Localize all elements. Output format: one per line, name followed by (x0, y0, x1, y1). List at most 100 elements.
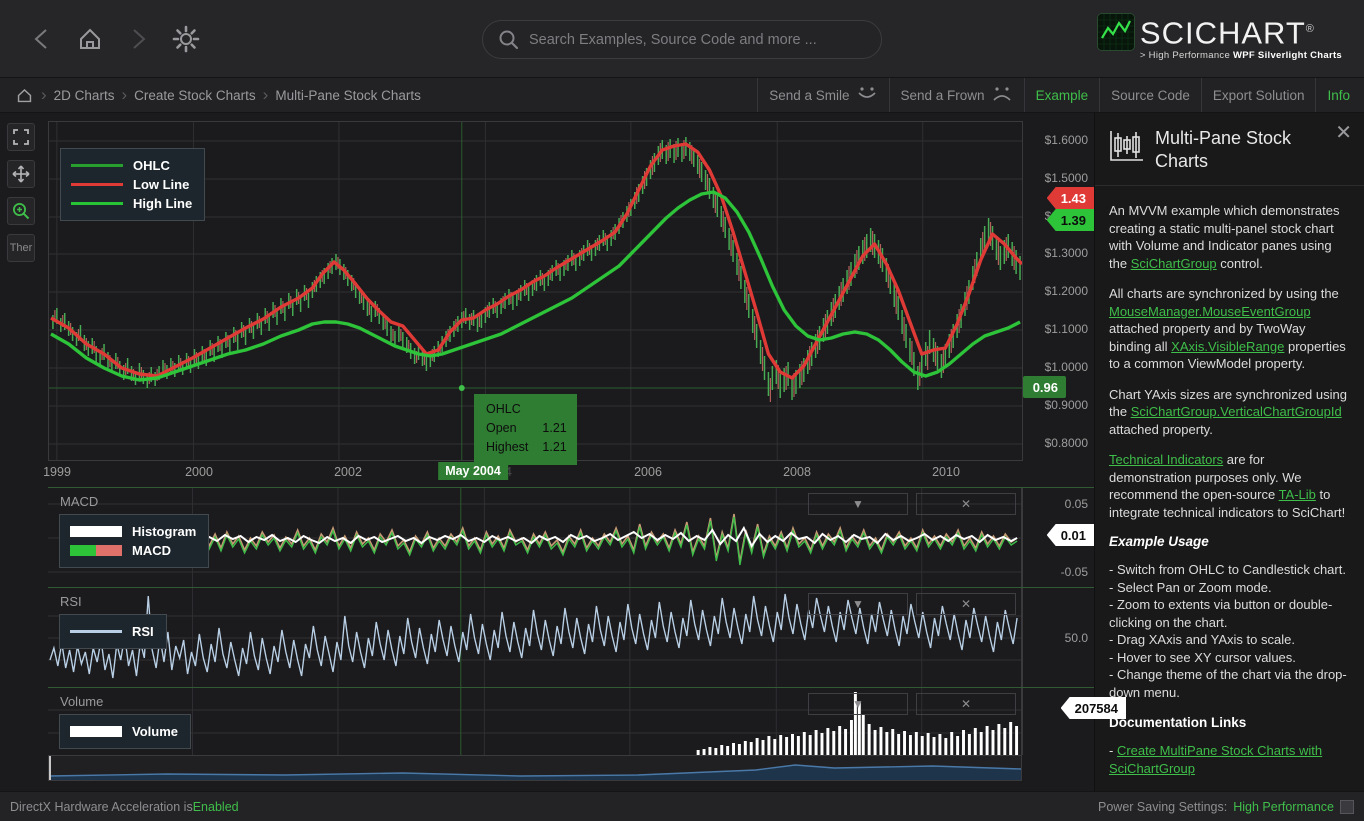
logo-subtitle-bold: WPF Silverlight Charts (1232, 50, 1342, 62)
rsi-dropdown-button[interactable]: ▼ (808, 593, 908, 615)
y-tick: $1.0000 (1044, 360, 1088, 374)
legend-item-histogram: Histogram (70, 522, 196, 541)
main-body: Ther OHLC Low Line High Line OHLC Open 1… (0, 113, 1364, 791)
close-icon[interactable]: ✕ (1335, 123, 1352, 143)
info-paragraph-1: An MVVM example which demonstrates creat… (1109, 202, 1350, 272)
volume-close-button[interactable]: ✕ (916, 693, 1016, 715)
power-saving-button[interactable] (1340, 799, 1354, 814)
tooltip-label: Highest (486, 440, 529, 454)
search-container: Search Examples, Source Code and more ..… (482, 20, 882, 59)
legend-label: Low Line (133, 177, 190, 192)
y-tick: $0.9000 (1044, 398, 1088, 412)
rsi-legend: RSI (59, 614, 167, 649)
close-icon: ✕ (960, 497, 972, 511)
theme-button[interactable]: Ther (7, 234, 35, 262)
chart-modifier-rail: Ther (0, 113, 42, 791)
macd-dropdown-button[interactable]: ▼ (808, 493, 908, 515)
link-scichartgroup[interactable]: SciChartGroup (1131, 256, 1217, 271)
info-paragraph-4: Technical Indicators are for demonstrati… (1109, 451, 1350, 521)
breadcrumb-separator: › (41, 85, 47, 104)
pan-icon[interactable] (7, 160, 35, 188)
breadcrumb-item-2d-charts[interactable]: 2D Charts (49, 88, 120, 103)
axis-marker-volume-cursor: 207584 (1060, 697, 1126, 719)
link-xaxis-visiblerange[interactable]: XAxis.VisibleRange (1171, 339, 1284, 354)
overview-selection-handle[interactable] (49, 756, 59, 780)
link-scichartgroup-verticalchartgroupid[interactable]: SciChartGroup.VerticalChartGroupId (1131, 404, 1342, 419)
back-icon[interactable] (22, 19, 62, 59)
tab-example[interactable]: Example (1023, 78, 1100, 112)
legend-swatch-low-line (71, 183, 123, 186)
axis-marker-macd-cursor: 0.01 (1046, 524, 1094, 546)
link-create-multipane-stock-charts[interactable]: Create MultiPane Stock Charts with SciCh… (1109, 743, 1322, 776)
list-item: - Change theme of the chart via the drop… (1109, 667, 1347, 700)
axis-marker-cursor: 0.96 (1022, 376, 1066, 398)
volume-dropdown-button[interactable]: ▼ (808, 693, 908, 715)
macd-pane-controls: ▼ ✕ (808, 493, 1016, 515)
tooltip-value: 1.21 (542, 440, 567, 454)
scichart-logo: SCICHART® > High Performance WPF Silverl… (1096, 13, 1342, 62)
macd-close-button[interactable]: ✕ (916, 493, 1016, 515)
gear-icon[interactable] (166, 19, 206, 59)
info-usage-list: - Switch from OHLC to Candlestick chart.… (1109, 561, 1350, 701)
macd-y-axis[interactable]: 0.05 0.00 -0.05 0.01 (1022, 488, 1094, 587)
price-y-axis[interactable]: $1.6000 $1.5000 $1.4000 $1.3000 $1.2000 … (1022, 121, 1094, 461)
breadcrumb-item-create-stock-charts[interactable]: Create Stock Charts (129, 88, 261, 103)
logo-title: SCICHART (1139, 15, 1306, 51)
tab-label: Info (1327, 87, 1350, 103)
search-placeholder: Search Examples, Source Code and more ..… (529, 31, 817, 48)
y-tick: $1.1000 (1044, 322, 1088, 336)
y-tick: $0.8000 (1044, 436, 1088, 450)
info-text: control. (1216, 255, 1263, 271)
rsi-close-button[interactable]: ✕ (916, 593, 1016, 615)
info-text: All charts are synchronized by using the (1109, 286, 1339, 301)
chart-overview-scrollbar[interactable] (48, 755, 1022, 781)
tab-send-a-smile[interactable]: Send a Smile (757, 78, 888, 112)
link-ta-lib[interactable]: TA-Lib (1279, 487, 1316, 502)
price-legend: OHLC Low Line High Line (60, 148, 206, 221)
legend-item-ohlc: OHLC (71, 156, 192, 175)
search-input[interactable]: Search Examples, Source Code and more ..… (482, 20, 882, 59)
info-docs-heading: Documentation Links (1109, 715, 1247, 730)
list-item: - Switch from OHLC to Candlestick chart. (1109, 562, 1346, 577)
logo-registered-icon: ® (1305, 23, 1315, 35)
info-text: attached property. (1109, 421, 1213, 437)
link-mousemanager-mouseeventgroup[interactable]: MouseManager.MouseEventGroup (1109, 304, 1311, 319)
price-plot-area[interactable]: OHLC Low Line High Line OHLC Open 1.21 H… (48, 121, 1022, 465)
breadcrumb-home-icon[interactable] (10, 87, 39, 104)
overview-series (49, 756, 1021, 780)
chart-group: OHLC Low Line High Line OHLC Open 1.21 H… (42, 113, 1126, 791)
chevron-down-icon: ▼ (852, 497, 864, 511)
navigation-buttons (0, 19, 206, 59)
chevron-down-icon: ▼ (852, 697, 864, 711)
breadcrumb: › 2D Charts › Create Stock Charts › Mult… (0, 78, 426, 112)
list-item: - Zoom to extents via button or double-c… (1109, 597, 1333, 630)
axis-marker-low: 1.39 (1046, 209, 1094, 231)
volume-y-axis[interactable]: 207584 (1022, 688, 1126, 755)
top-toolbar: Search Examples, Source Code and more ..… (0, 0, 1364, 78)
breadcrumb-bar: › 2D Charts › Create Stock Charts › Mult… (0, 78, 1364, 113)
legend-swatch-high-line (71, 202, 123, 205)
zoom-extents-icon[interactable] (7, 123, 35, 151)
x-tick: 2010 (932, 465, 960, 479)
legend-item-high-line: High Line (71, 194, 192, 213)
y-tick: 50.0 (1064, 631, 1088, 645)
tooltip-label: Open (486, 421, 517, 435)
legend-item-low-line: Low Line (71, 175, 192, 194)
breadcrumb-item-multi-pane-stock-charts[interactable]: Multi-Pane Stock Charts (270, 88, 426, 103)
zoom-icon[interactable] (7, 197, 35, 225)
macd-pane-title: MACD (60, 494, 99, 509)
legend-label: Volume (132, 724, 178, 739)
rsi-y-axis[interactable]: 50.0 (1022, 588, 1094, 687)
home-icon[interactable] (70, 19, 110, 59)
tab-source-code[interactable]: Source Code (1099, 78, 1201, 112)
tab-export-solution[interactable]: Export Solution (1200, 78, 1316, 112)
tab-info[interactable]: Info (1315, 78, 1364, 112)
tab-send-a-frown[interactable]: Send a Frown (888, 78, 1024, 112)
info-docs-list: - Create MultiPane Stock Charts with Sci… (1109, 742, 1350, 777)
link-technical-indicators[interactable]: Technical Indicators (1109, 452, 1223, 467)
volume-pane-controls: ▼ ✕ (808, 693, 1016, 715)
legend-label: High Line (133, 196, 193, 211)
close-icon: ✕ (960, 597, 972, 611)
volume-legend: Volume (59, 714, 191, 749)
forward-icon[interactable] (118, 19, 158, 59)
